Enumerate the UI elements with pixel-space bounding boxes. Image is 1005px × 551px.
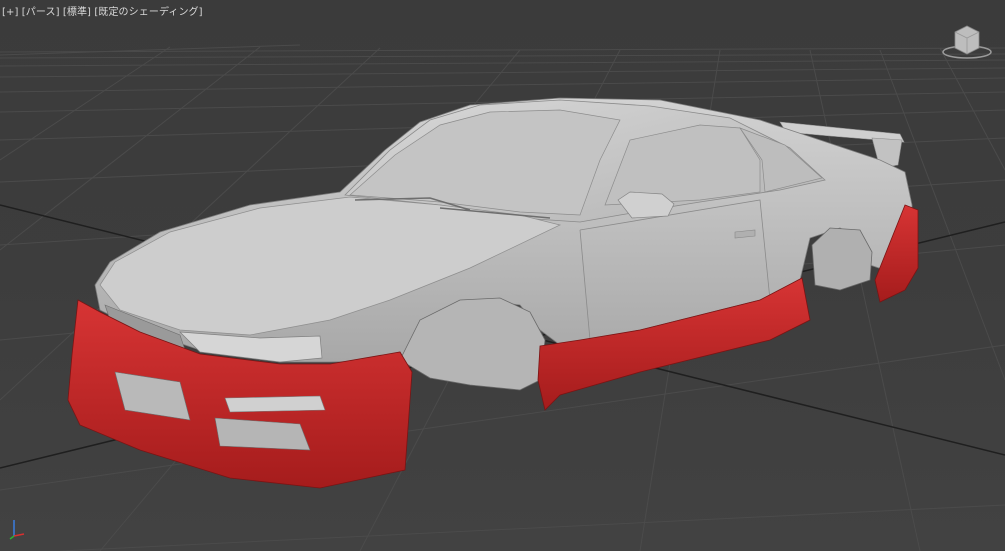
viewport-label: [+] [パース] [標準] [既定のシェーディング] [2, 3, 203, 18]
viewcube[interactable] [940, 22, 994, 62]
viewport-menu-mode[interactable]: [標準] [63, 7, 91, 18]
axis-tripod [6, 512, 28, 540]
viewport-menu-plus[interactable]: [+] [2, 7, 18, 18]
axis-tripod-icon [9, 520, 25, 540]
car-model[interactable] [0, 0, 1005, 551]
viewport-menu-shading[interactable]: [既定のシェーディング] [94, 7, 202, 18]
fog-light [224, 395, 326, 413]
viewport-menu-view[interactable]: [パース] [22, 7, 60, 18]
rear-wheel-well [811, 227, 873, 291]
3d-viewport[interactable]: [+] [パース] [標準] [既定のシェーディング] [0, 0, 1005, 551]
viewcube-icon[interactable] [940, 22, 994, 62]
